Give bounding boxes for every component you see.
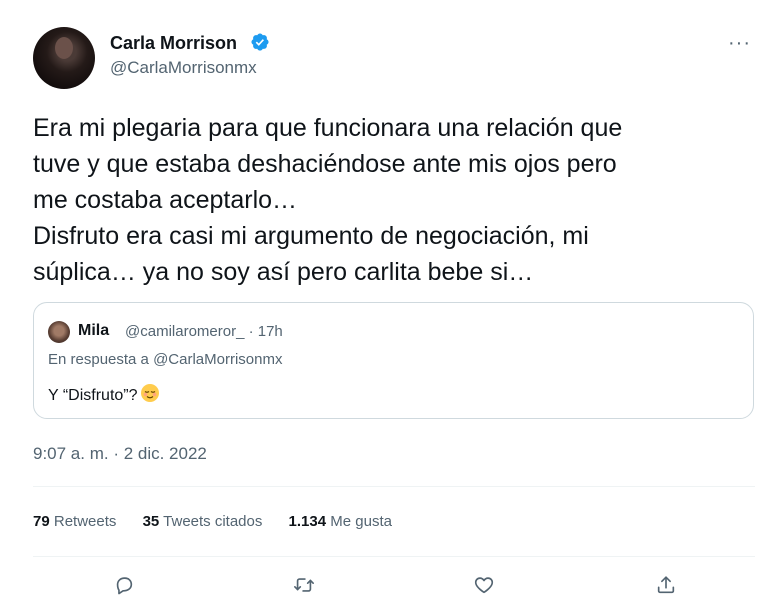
tweet-text: Era mi plegaria para que funcionara una … bbox=[33, 110, 748, 290]
author-handle[interactable]: @CarlaMorrisonmx bbox=[110, 58, 257, 78]
quoted-avatar[interactable] bbox=[48, 321, 70, 343]
quoted-handle-time: @camilaromeror_ · 17h bbox=[125, 323, 283, 340]
tweet-card: Carla Morrison @CarlaMorrisonmx ··· Era … bbox=[0, 0, 768, 607]
quotes-stat[interactable]: 35 Tweets citados bbox=[143, 513, 263, 530]
relieved-face-emoji-icon bbox=[140, 384, 159, 402]
verified-badge-icon bbox=[251, 33, 269, 51]
divider bbox=[33, 556, 755, 557]
like-icon bbox=[474, 577, 494, 594]
retweets-stat[interactable]: 79 Retweets bbox=[33, 513, 116, 530]
quoted-text: Y “Disfruto”? bbox=[48, 383, 160, 405]
quoted-tweet[interactable]: Mila @camilaromeror_ · 17h En respuesta … bbox=[33, 302, 754, 419]
retweets-count: 79 bbox=[33, 513, 50, 530]
reply-context: En respuesta a @CarlaMorrisonmx bbox=[48, 351, 283, 368]
quoted-text-content: Y “Disfruto”? bbox=[48, 387, 138, 404]
reply-to-link[interactable]: @CarlaMorrisonmx bbox=[153, 351, 282, 368]
reply-icon bbox=[116, 577, 133, 595]
tweet-timestamp[interactable]: 9:07 a. m. · 2 dic. 2022 bbox=[33, 444, 207, 464]
tweet-line: Disfruto era casi mi argumento de negoci… bbox=[33, 222, 589, 250]
tweet-line: súplica… ya no soy así pero carlita bebe… bbox=[33, 258, 534, 286]
tweet-line: tuve y que estaba deshaciéndose ante mis… bbox=[33, 150, 617, 178]
retweet-button[interactable] bbox=[289, 570, 319, 600]
share-button[interactable] bbox=[651, 570, 681, 600]
quoted-author-name[interactable]: Mila bbox=[78, 322, 109, 340]
retweet-icon bbox=[294, 578, 314, 592]
likes-label: Me gusta bbox=[330, 513, 392, 530]
quotes-label: Tweets citados bbox=[163, 513, 263, 530]
quotes-count: 35 bbox=[142, 513, 160, 530]
more-options-button[interactable]: ··· bbox=[728, 32, 751, 55]
engagement-stats: 79 Retweets 35 Tweets citados 1.134 Me g… bbox=[33, 513, 414, 530]
tweet-line: me costaba aceptarlo… bbox=[33, 186, 298, 214]
author-name[interactable]: Carla Morrison bbox=[110, 33, 237, 54]
reply-prefix: En respuesta a bbox=[48, 351, 154, 368]
action-bar bbox=[0, 570, 768, 600]
likes-count: 1.134 bbox=[288, 513, 327, 530]
reply-button[interactable] bbox=[109, 570, 139, 600]
like-button[interactable] bbox=[469, 570, 499, 600]
avatar[interactable] bbox=[33, 27, 95, 89]
retweets-label: Retweets bbox=[53, 513, 117, 530]
divider bbox=[33, 486, 755, 487]
share-icon bbox=[657, 576, 675, 594]
likes-stat[interactable]: 1.134 Me gusta bbox=[289, 513, 392, 530]
tweet-line: Era mi plegaria para que funcionara una … bbox=[33, 114, 623, 142]
